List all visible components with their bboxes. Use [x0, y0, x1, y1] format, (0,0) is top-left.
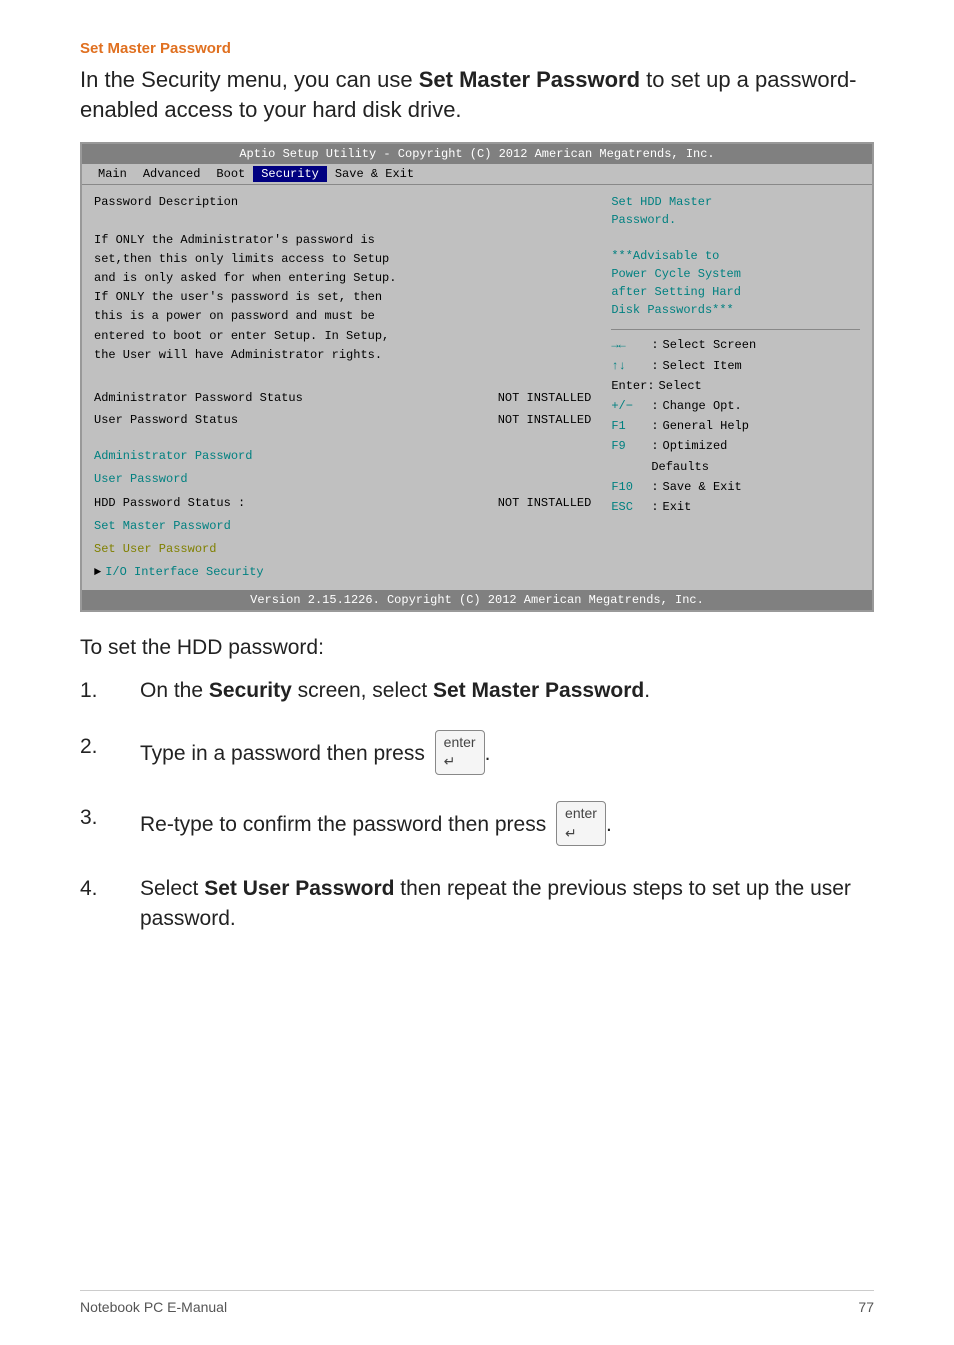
bios-menu-boot: Boot [208, 166, 253, 182]
hint-key-arrows: →← [611, 336, 647, 355]
bios-menubar: Main Advanced Boot Security Save & Exit [82, 164, 872, 185]
hint-desc-defaults: Defaults [651, 458, 709, 477]
hint-enter: Enter: Select [611, 377, 860, 396]
hint-key-esc: ESC [611, 498, 647, 517]
section-title: Set Master Password [80, 40, 874, 57]
step-2-number: 2. [80, 732, 140, 761]
hint-select-screen: →← : Select Screen [611, 336, 860, 355]
step-4-text: Select Set User Password then repeat the… [140, 874, 874, 933]
hint-key-f1: F1 [611, 417, 647, 436]
step-3: 3. Re-type to confirm the password then … [80, 803, 874, 848]
bios-header: Aptio Setup Utility - Copyright (C) 2012… [82, 144, 872, 164]
step-1: 1. On the Security screen, select Set Ma… [80, 676, 874, 705]
bios-menu-save-exit: Save & Exit [327, 166, 422, 182]
step-1-text: On the Security screen, select Set Maste… [140, 676, 874, 705]
bios-menu-advanced: Advanced [135, 166, 209, 182]
intro-before: In the Security menu, you can use [80, 67, 419, 92]
hint-sep1: : [651, 336, 658, 355]
bios-io-interface-item: I/O Interface Security [105, 563, 263, 582]
bios-hdd-label: HDD Password Status : [94, 494, 245, 513]
hint-f10: F10 : Save & Exit [611, 478, 860, 497]
hint-change-opt: +/− : Change Opt. [611, 397, 860, 416]
hint-f9: F9 : Optimized [611, 437, 860, 456]
hint-desc-item: Select Item [663, 357, 742, 376]
hint-desc-esc: Exit [663, 498, 692, 517]
bios-arrow-pointer: ► [94, 563, 101, 582]
bios-right-panel: Set HDD Master Password. ***Advisable to… [601, 193, 860, 582]
step-3-text: Re-type to confirm the password then pre… [140, 803, 874, 848]
hint-key-plusminus: +/− [611, 397, 647, 416]
hint-desc-f1: General Help [663, 417, 749, 436]
hint-key-f10: F10 [611, 478, 647, 497]
step-4: 4. Select Set User Password then repeat … [80, 874, 874, 933]
bios-screenshot: Aptio Setup Utility - Copyright (C) 2012… [80, 142, 874, 612]
bios-right-hints: →← : Select Screen ↑↓ : Select Item Ente… [611, 329, 860, 517]
hint-desc-screen: Select Screen [663, 336, 757, 355]
hint-sep3: : [651, 397, 658, 416]
hint-sep5: : [651, 437, 658, 456]
hint-key-enter: Enter: [611, 377, 654, 396]
bios-user-status-value: NOT INSTALLED [498, 411, 592, 430]
step-1-bold-set-master: Set Master Password [433, 679, 644, 702]
bios-password-desc-title: Password Description [94, 193, 591, 212]
instruction-heading: To set the HDD password: [80, 636, 874, 660]
hint-desc-f9: Optimized [663, 437, 728, 456]
intro-text: In the Security menu, you can use Set Ma… [80, 65, 874, 124]
bios-admin-password-item: Administrator Password [94, 447, 591, 466]
steps-list: 1. On the Security screen, select Set Ma… [80, 676, 874, 933]
enter-arrow-icon-1: enter↵ [444, 733, 476, 772]
bios-desc-text: If ONLY the Administrator's password is … [94, 231, 591, 365]
bios-io-interface-row: ► I/O Interface Security [94, 563, 591, 582]
enter-key-2: enter↵ [556, 801, 606, 846]
bios-body: Password Description If ONLY the Adminis… [82, 185, 872, 590]
step-4-number: 4. [80, 874, 140, 903]
bios-user-password-item: User Password [94, 470, 591, 489]
hint-key-f9: F9 [611, 437, 647, 456]
hint-key-defaults [611, 458, 647, 477]
intro-bold: Set Master Password [419, 67, 640, 92]
hint-select-item: ↑↓ : Select Item [611, 357, 860, 376]
bios-user-status-label: User Password Status [94, 411, 238, 430]
step-3-number: 3. [80, 803, 140, 832]
bios-set-master-item: Set Master Password [94, 517, 591, 536]
step-2-text: Type in a password then press enter↵ . [140, 732, 874, 777]
page-footer: Notebook PC E-Manual 77 [80, 1290, 874, 1315]
hint-desc-enter: Select [659, 377, 702, 396]
hint-desc-f10: Save & Exit [663, 478, 742, 497]
bios-admin-status-row: Administrator Password Status NOT INSTAL… [94, 389, 591, 408]
bios-hdd-status-row: HDD Password Status : NOT INSTALLED [94, 494, 591, 513]
hint-f1: F1 : General Help [611, 417, 860, 436]
step-1-bold-security: Security [209, 679, 292, 702]
step-4-bold: Set User Password [204, 877, 394, 900]
footer-left: Notebook PC E-Manual [80, 1299, 227, 1315]
bios-left-panel: Password Description If ONLY the Adminis… [94, 193, 591, 582]
hint-desc-opt: Change Opt. [663, 397, 742, 416]
enter-arrow-icon-2: enter↵ [565, 804, 597, 843]
bios-footer: Version 2.15.1226. Copyright (C) 2012 Am… [82, 590, 872, 610]
page-content: Set Master Password In the Security menu… [80, 40, 874, 933]
hint-esc: ESC : Exit [611, 498, 860, 517]
bios-hdd-value: NOT INSTALLED [498, 494, 592, 513]
bios-admin-status-label: Administrator Password Status [94, 389, 303, 408]
bios-set-user-item: Set User Password [94, 540, 591, 559]
bios-menu-main: Main [90, 166, 135, 182]
hint-sep2: : [651, 357, 658, 376]
footer-right: 77 [858, 1299, 874, 1315]
hint-defaults: Defaults [611, 458, 860, 477]
hint-key-updown: ↑↓ [611, 357, 647, 376]
step-1-number: 1. [80, 676, 140, 705]
enter-key-1: enter↵ [435, 730, 485, 775]
step-2: 2. Type in a password then press enter↵ … [80, 732, 874, 777]
bios-menu-security: Security [253, 166, 327, 182]
bios-admin-status-value: NOT INSTALLED [498, 389, 592, 408]
hint-sep4: : [651, 417, 658, 436]
bios-right-top-text: Set HDD Master Password. ***Advisable to… [611, 193, 860, 319]
hint-sep7: : [651, 498, 658, 517]
bios-user-status-row: User Password Status NOT INSTALLED [94, 411, 591, 430]
hint-sep6: : [651, 478, 658, 497]
